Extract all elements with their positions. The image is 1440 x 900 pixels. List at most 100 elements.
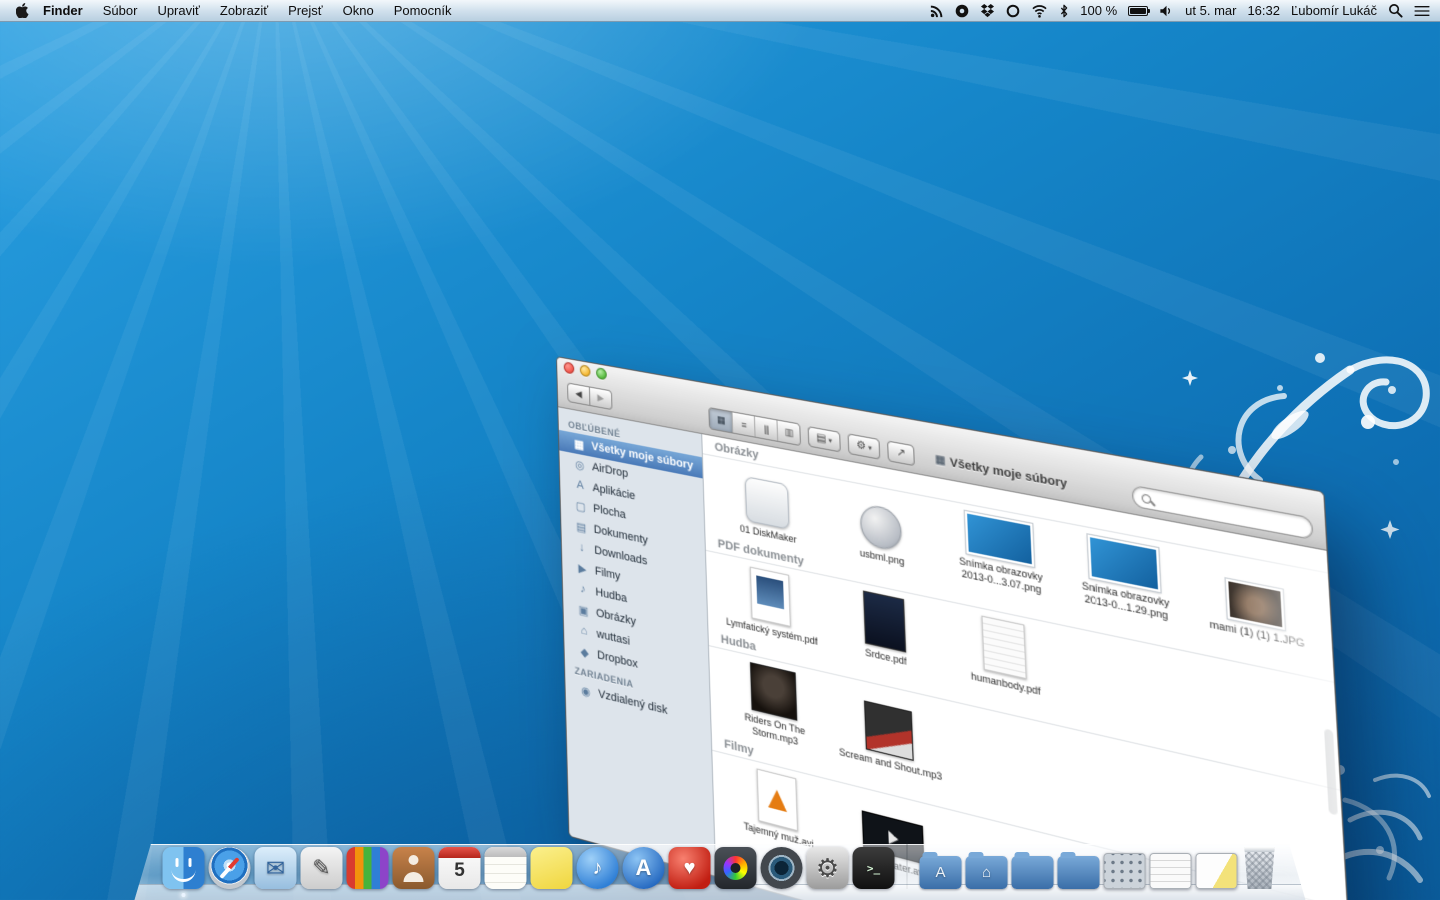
dock-terminal[interactable]: >_ bbox=[853, 847, 895, 889]
bluetooth-icon[interactable] bbox=[1059, 4, 1069, 18]
sidebar-item-label: Filmy bbox=[595, 565, 621, 583]
dock-itunes[interactable]: ♪ bbox=[577, 847, 619, 889]
apple-icon bbox=[16, 3, 29, 18]
menu-prejst[interactable]: Prejsť bbox=[288, 3, 323, 18]
desktop[interactable]: Finder Súbor Upraviť Zobraziť Prejsť Okno Pomo… bbox=[0, 0, 1440, 900]
file-thumb-photo-dark bbox=[1226, 578, 1285, 630]
music-icon: ♪ bbox=[576, 582, 590, 598]
docs-icon: ▤ bbox=[574, 519, 588, 535]
dock-notes-stack[interactable] bbox=[1196, 853, 1238, 889]
dock-icons: ✉ ✎ 5 ♪ A ♥ ⚙ >_ A ⌂ bbox=[135, 835, 1306, 900]
dock-trash[interactable] bbox=[1242, 847, 1278, 889]
dock-media-app[interactable] bbox=[347, 847, 389, 889]
battery-icon[interactable] bbox=[1128, 6, 1148, 16]
airdrop-icon: ◎ bbox=[573, 457, 587, 473]
dock-grid-stack[interactable] bbox=[1104, 853, 1146, 889]
view-list-button[interactable]: ≡ bbox=[732, 412, 755, 436]
menu-subor[interactable]: Súbor bbox=[103, 3, 138, 18]
menu-zobrazit[interactable]: Zobraziť bbox=[220, 3, 268, 18]
caret-down-icon: ▾ bbox=[868, 443, 872, 452]
view-icons-button[interactable]: ▦ bbox=[709, 408, 732, 432]
disc-status-icon[interactable] bbox=[955, 4, 969, 18]
dock-glyph: ♥ bbox=[684, 858, 696, 878]
dock-red-app[interactable]: ♥ bbox=[669, 847, 711, 889]
pics-icon: ▣ bbox=[577, 602, 591, 619]
dock-notes[interactable] bbox=[485, 847, 527, 889]
menu-okno[interactable]: Okno bbox=[343, 3, 374, 18]
file-thumb-badge bbox=[860, 502, 903, 552]
file-thumb-pdf-figure bbox=[750, 566, 791, 626]
arrange-icon: ▤ bbox=[816, 432, 826, 446]
menu-upravit[interactable]: Upraviť bbox=[157, 3, 199, 18]
menu-bar: Finder Súbor Upraviť Zobraziť Prejsť Okno Pomo… bbox=[0, 0, 1440, 22]
wifi-icon[interactable] bbox=[1031, 4, 1048, 18]
sidebar-item-label: Hudba bbox=[595, 586, 627, 606]
dock-home-folder[interactable]: ⌂ bbox=[966, 856, 1008, 889]
dock-glyph: ⚙ bbox=[816, 855, 839, 881]
file-thumb-pdf-dark bbox=[863, 590, 906, 652]
dock-glyph: ✎ bbox=[312, 857, 330, 879]
share-icon: ↗ bbox=[896, 446, 906, 460]
allfiles-icon: ▦ bbox=[572, 436, 586, 452]
dock-documents-stack[interactable] bbox=[1150, 853, 1192, 889]
movies-icon: ▶ bbox=[576, 560, 590, 576]
search-icon bbox=[1141, 493, 1151, 504]
dock-downloads-folder[interactable] bbox=[1058, 856, 1100, 889]
dock-app-store[interactable]: A bbox=[623, 847, 665, 889]
file-thumb-album-dark bbox=[750, 662, 797, 721]
menu-finder[interactable]: Finder bbox=[43, 3, 83, 18]
dock: ✉ ✎ 5 ♪ A ♥ ⚙ >_ A ⌂ bbox=[135, 835, 1306, 900]
spotlight-icon[interactable] bbox=[1388, 3, 1403, 18]
downloads-icon: ↓ bbox=[575, 540, 589, 555]
dock-contacts[interactable] bbox=[393, 847, 435, 889]
file-thumb-vlc bbox=[757, 768, 798, 831]
dock-camera-app[interactable] bbox=[761, 847, 803, 889]
dock-mail[interactable]: ✉ bbox=[255, 847, 297, 889]
dock-system-preferences[interactable]: ⚙ bbox=[807, 847, 849, 889]
battery-percentage[interactable]: 100 % bbox=[1080, 3, 1117, 18]
file-thumb-pdf-plain bbox=[981, 615, 1026, 679]
dock-glyph: A bbox=[935, 865, 945, 880]
sidebar-item-label: Plocha bbox=[593, 502, 626, 521]
view-coverflow-button[interactable]: ▥ bbox=[776, 420, 800, 445]
notification-center-icon[interactable] bbox=[1414, 5, 1430, 17]
dock-glyph: ⌂ bbox=[982, 865, 991, 880]
menu-items: Finder Súbor Upraviť Zobraziť Prejsť Okno Pomo… bbox=[37, 3, 462, 18]
close-button[interactable] bbox=[564, 361, 575, 374]
user-menu[interactable]: Ľubomír Lukáč bbox=[1291, 3, 1377, 18]
dock-safari[interactable] bbox=[209, 847, 251, 889]
volume-icon[interactable] bbox=[1159, 4, 1174, 18]
dock-finder[interactable] bbox=[163, 847, 205, 889]
dock-documents-folder[interactable] bbox=[1012, 856, 1054, 889]
running-indicator bbox=[182, 893, 186, 897]
dock-photo-booth[interactable] bbox=[715, 847, 757, 889]
menu-pomocnik[interactable]: Pomocník bbox=[394, 3, 452, 18]
arrange-button[interactable]: ▤ ▾ bbox=[808, 426, 841, 453]
share-button[interactable]: ↗ bbox=[888, 441, 915, 467]
dock-applications-folder[interactable]: A bbox=[920, 856, 962, 889]
zoom-button[interactable] bbox=[596, 367, 607, 380]
dock-glyph: >_ bbox=[867, 863, 880, 874]
menu-clock-date[interactable]: ut 5. mar bbox=[1185, 3, 1236, 18]
menu-clock-time[interactable]: 16:32 bbox=[1247, 3, 1280, 18]
apps-icon: A bbox=[573, 478, 587, 493]
calendar-day: 5 bbox=[439, 860, 481, 882]
ring-status-icon[interactable] bbox=[1006, 4, 1020, 18]
dock-separator bbox=[907, 841, 908, 889]
dock-stickies[interactable] bbox=[531, 847, 573, 889]
forward-button[interactable]: ▶ bbox=[589, 386, 613, 410]
dropbox-icon[interactable] bbox=[980, 4, 995, 18]
dock-glyph: ✉ bbox=[266, 857, 285, 880]
dock-glyph: A bbox=[636, 857, 652, 879]
action-button[interactable]: ⚙ ▾ bbox=[847, 433, 880, 460]
dock-preview[interactable]: ✎ bbox=[301, 847, 343, 889]
dropbox-icon: ◆ bbox=[578, 644, 592, 661]
home-icon: ⌂ bbox=[577, 623, 591, 639]
dock-calendar[interactable]: 5 bbox=[439, 847, 481, 889]
view-columns-button[interactable]: ||| bbox=[754, 416, 777, 440]
file-thumb-album-art bbox=[864, 701, 914, 762]
back-button[interactable]: ◀ bbox=[567, 382, 590, 406]
rss-icon[interactable] bbox=[930, 4, 944, 18]
apple-menu[interactable] bbox=[16, 3, 29, 18]
minimize-button[interactable] bbox=[580, 364, 591, 377]
